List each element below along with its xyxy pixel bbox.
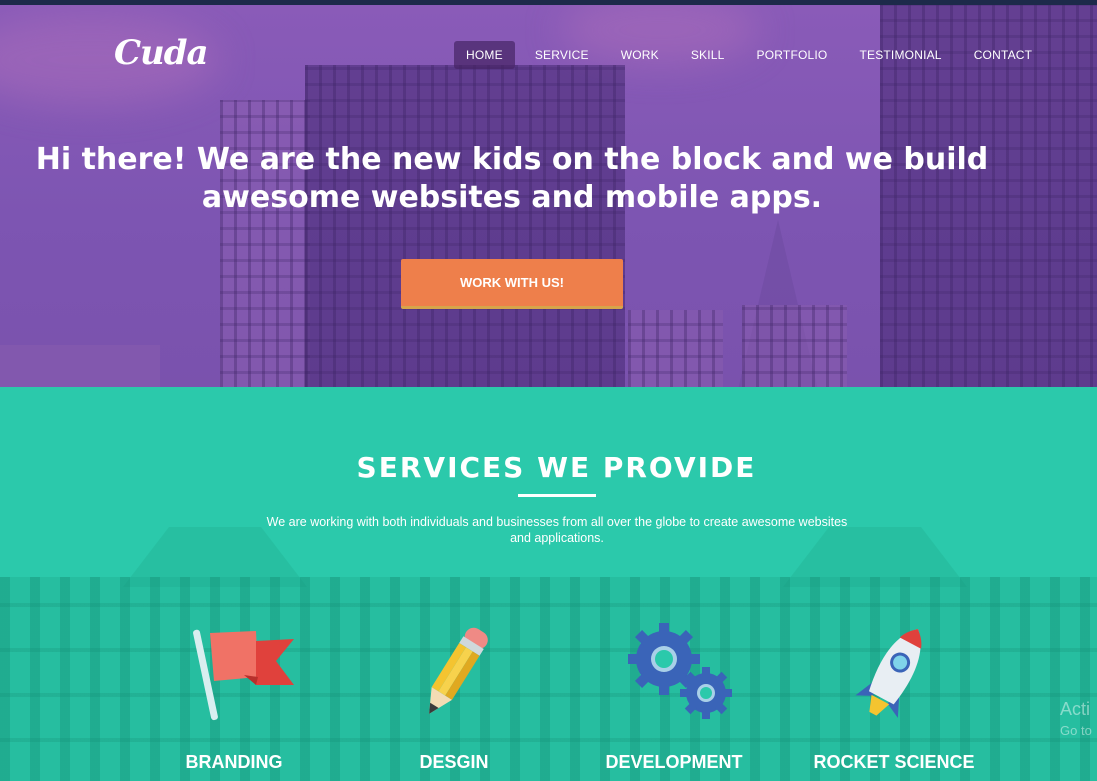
pencil-icon (394, 619, 514, 729)
watermark-line1: Acti (1060, 699, 1091, 719)
services-description-line2: and applications. (510, 531, 604, 545)
building-shape (0, 345, 160, 387)
flag-icon (174, 619, 294, 729)
building-shape (742, 305, 847, 387)
services-section: SERVICES WE PROVIDE We are working with … (0, 387, 1097, 781)
service-card-development[interactable]: DEVELOPMENT (574, 619, 774, 773)
title-underline (518, 494, 596, 497)
main-nav: HOME SERVICE WORK SKILL PORTFOLIO TESTIM… (454, 41, 1052, 69)
service-card-branding[interactable]: BRANDING (134, 619, 334, 773)
building-shape (628, 310, 723, 387)
hero-headline: Hi there! We are the new kids on the blo… (0, 141, 1024, 217)
service-label-design: DESGIN (419, 752, 489, 772)
hero-section: Cuda HOME SERVICE WORK SKILL PORTFOLIO T… (0, 5, 1097, 387)
nav-item-work[interactable]: WORK (609, 41, 671, 69)
watermark-line2: Go to (1060, 723, 1092, 738)
rocket-icon (834, 619, 954, 729)
services-description: We are working with both individuals and… (245, 514, 869, 546)
brand-logo[interactable]: Cuda (114, 33, 209, 73)
hero-headline-line1: Hi there! We are the new kids on the blo… (35, 142, 989, 177)
service-card-rocket-science[interactable]: ROCKET SCIENCE (794, 619, 994, 773)
hero-headline-line2: awesome websites and mobile apps. (201, 180, 823, 215)
service-label-branding: BRANDING (185, 752, 283, 772)
service-label-development: DEVELOPMENT (605, 752, 743, 772)
services-description-line1: We are working with both individuals and… (266, 515, 848, 529)
nav-item-contact[interactable]: CONTACT (962, 41, 1045, 69)
gears-icon (614, 619, 734, 729)
activate-windows-watermark: Acti Go to (1060, 698, 1092, 742)
nav-item-portfolio[interactable]: PORTFOLIO (745, 41, 840, 69)
building-shape (305, 65, 625, 387)
service-label-rocket-science: ROCKET SCIENCE (813, 752, 975, 772)
work-with-us-button[interactable]: WORK WITH US! (401, 259, 623, 309)
nav-item-skill[interactable]: SKILL (679, 41, 737, 69)
nav-item-service[interactable]: SERVICE (523, 41, 601, 69)
services-title: SERVICES WE PROVIDE (356, 451, 757, 484)
service-card-design[interactable]: DESGIN (354, 619, 554, 773)
nav-item-home[interactable]: HOME (454, 41, 515, 69)
nav-item-testimonial[interactable]: TESTIMONIAL (847, 41, 953, 69)
